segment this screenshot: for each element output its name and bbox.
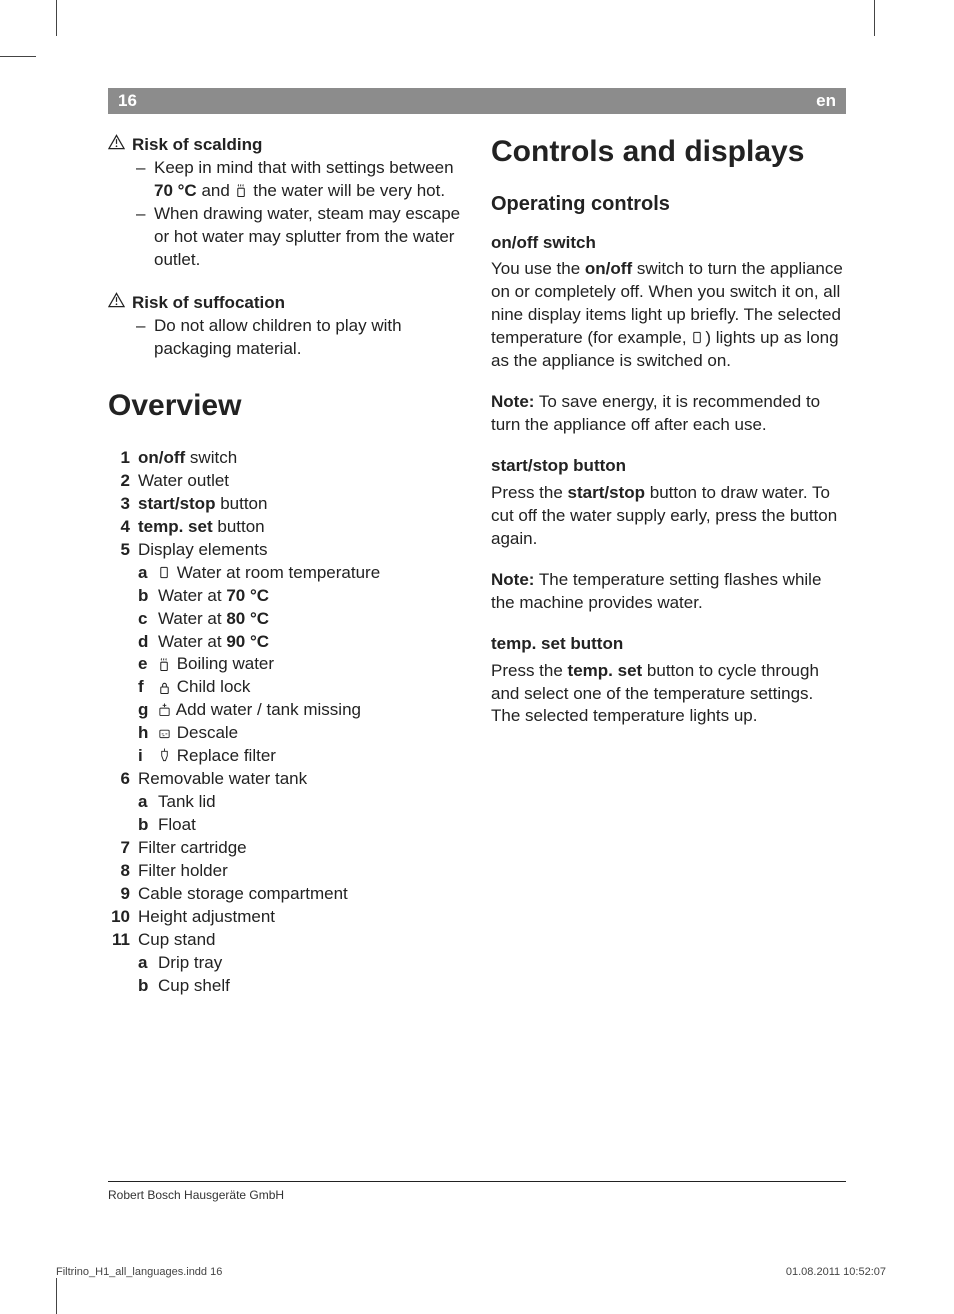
overview-list: 1on/off switch2Water outlet3start/stop b… — [108, 447, 463, 998]
footer-company: Robert Bosch Hausgeräte GmbH — [108, 1188, 284, 1202]
cup-icon — [691, 327, 705, 350]
overview-item: 6Removable water tank — [108, 768, 463, 791]
overview-subitem: f Child lock — [108, 676, 463, 699]
overview-subitem: aDrip tray — [108, 952, 463, 975]
overview-subitem: h Descale — [108, 722, 463, 745]
filter-icon — [158, 745, 172, 768]
overview-subitem: dWater at 90 °C — [108, 631, 463, 654]
bullet-item: –When drawing water, steam may escape or… — [136, 203, 463, 272]
risk-scalding-heading: Risk of scalding — [108, 134, 463, 157]
overview-subitem: aTank lid — [108, 791, 463, 814]
overview-subitem: bFloat — [108, 814, 463, 837]
overview-item: 4temp. set button — [108, 516, 463, 539]
controls-heading: Controls and displays — [491, 132, 846, 173]
control-section: on/off switch You use the on/off switch t… — [491, 232, 846, 374]
section-body: Press the start/stop button to draw wate… — [491, 482, 846, 551]
boiling-icon — [235, 180, 249, 203]
overview-item: 9Cable storage compartment — [108, 883, 463, 906]
bullet-item: –Do not allow children to play with pack… — [136, 315, 463, 361]
right-column: Controls and displays Operating controls o… — [491, 130, 846, 1164]
section-note: Note: To save energy, it is recommended … — [491, 391, 846, 437]
language-code: en — [816, 91, 836, 111]
page-header: 16 en — [108, 88, 846, 114]
print-meta: Filtrino_H1_all_languages.indd 16 01.08.… — [56, 1266, 886, 1278]
left-column: Risk of scalding–Keep in mind that with … — [108, 130, 463, 1164]
section-title: temp. set button — [491, 633, 846, 656]
warning-icon — [108, 292, 126, 315]
overview-subitem: e Boiling water — [108, 653, 463, 676]
section-title: start/stop button — [491, 455, 846, 478]
addwater-icon — [158, 699, 172, 722]
control-section: start/stop button Press the start/stop bu… — [491, 455, 846, 551]
footer: Robert Bosch Hausgeräte GmbH — [108, 1181, 846, 1202]
overview-item: 5Display elements — [108, 539, 463, 562]
overview-item: 1on/off switch — [108, 447, 463, 470]
section-body: Press the temp. set button to cycle thro… — [491, 660, 846, 729]
suffocation-bullets: –Do not allow children to play with pack… — [108, 315, 463, 361]
section-body: You use the on/off switch to turn the ap… — [491, 258, 846, 373]
operating-controls-heading: Operating controls — [491, 191, 846, 218]
overview-item: 8Filter holder — [108, 860, 463, 883]
overview-item: 2Water outlet — [108, 470, 463, 493]
print-datetime: 01.08.2011 10:52:07 — [786, 1266, 886, 1278]
overview-subitem: bWater at 70 °C — [108, 585, 463, 608]
overview-subitem: g Add water / tank missing — [108, 699, 463, 722]
descale-icon — [158, 722, 172, 745]
bullet-item: –Keep in mind that with settings between… — [136, 157, 463, 203]
page-number: 16 — [118, 91, 137, 111]
print-file: Filtrino_H1_all_languages.indd 16 — [56, 1266, 222, 1278]
cup-icon — [158, 562, 172, 585]
overview-subitem: i Replace filter — [108, 745, 463, 768]
overview-subitem: cWater at 80 °C — [108, 608, 463, 631]
overview-item: 11Cup stand — [108, 929, 463, 952]
overview-heading: Overview — [108, 386, 463, 427]
overview-item: 7Filter cartridge — [108, 837, 463, 860]
scalding-bullets: –Keep in mind that with settings between… — [108, 157, 463, 272]
section-note: Note: The temperature setting flashes wh… — [491, 569, 846, 615]
overview-subitem: a Water at room temperature — [108, 562, 463, 585]
overview-item: 10Height adjustment — [108, 906, 463, 929]
boiling-icon — [158, 654, 172, 677]
overview-item: 3start/stop button — [108, 493, 463, 516]
risk-suffocation-heading: Risk of suffocation — [108, 292, 463, 315]
overview-subitem: bCup shelf — [108, 975, 463, 998]
section-title: on/off switch — [491, 232, 846, 255]
warning-icon — [108, 134, 126, 157]
content-area: Risk of scalding–Keep in mind that with … — [108, 130, 846, 1164]
control-section: temp. set button Press the temp. set butt… — [491, 633, 846, 729]
lock-icon — [158, 677, 172, 700]
